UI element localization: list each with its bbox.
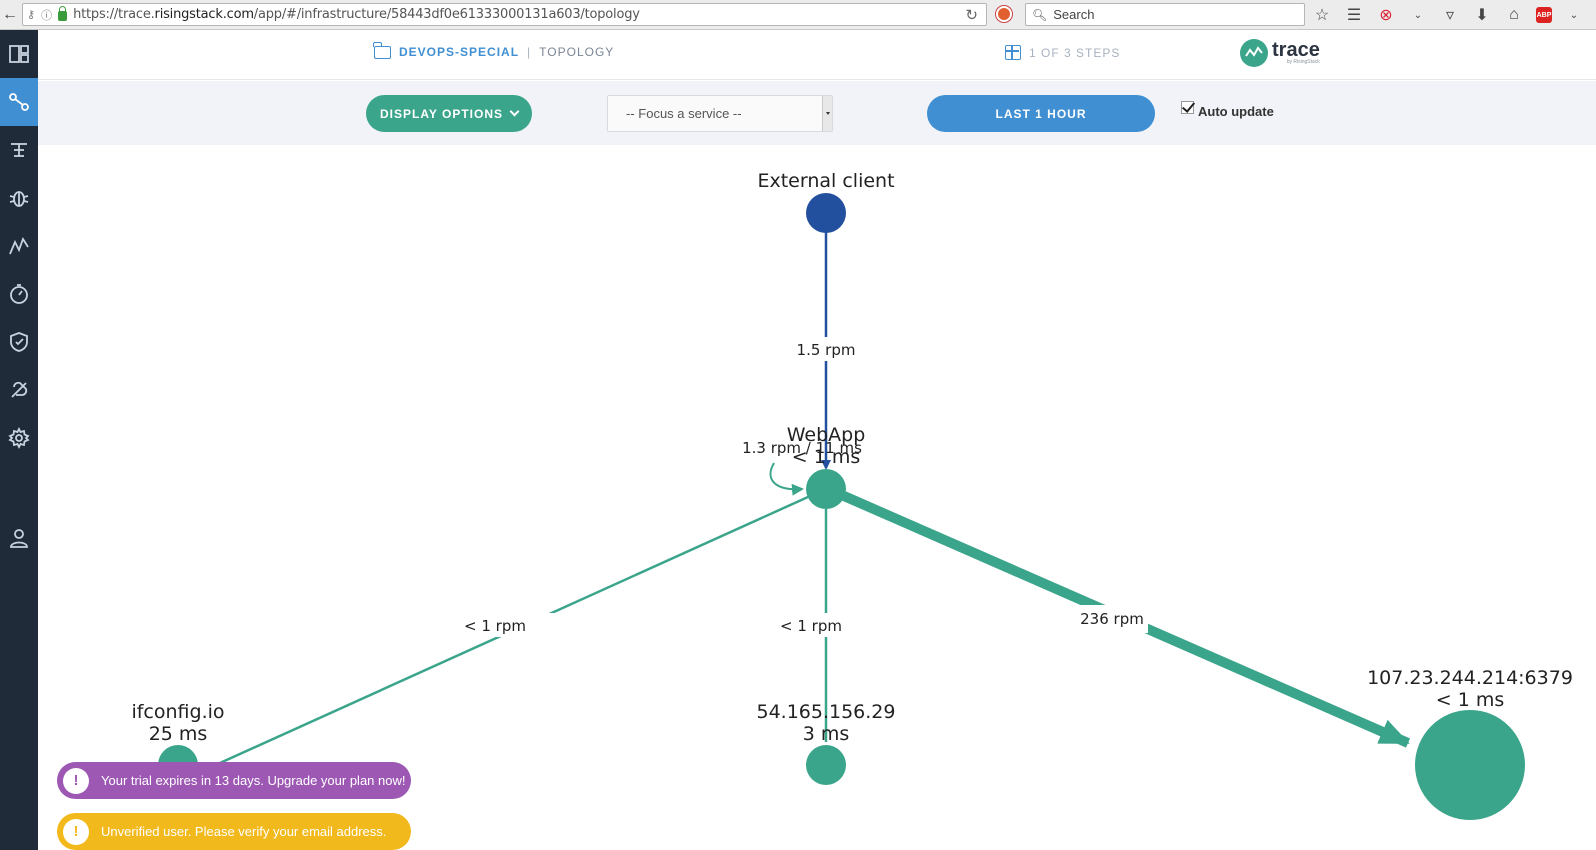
- node-label-ifconfig: ifconfig.io: [131, 701, 224, 723]
- node-label-external-client: External client: [757, 170, 894, 192]
- node-webapp[interactable]: [806, 469, 846, 509]
- node-label-ip54: 54.165.156.29: [756, 701, 895, 723]
- display-options-button[interactable]: DISPLAY OPTIONS: [366, 95, 532, 132]
- auto-update-label: Auto update: [1198, 104, 1274, 119]
- url-domain: risingstack.com: [154, 7, 254, 22]
- address-bar[interactable]: ⚷ ⓘ https://trace.risingstack.com/app/#/…: [22, 3, 987, 26]
- stopwatch-icon: [10, 284, 28, 304]
- edge-label-webapp-ifconfig: < 1 rpm: [464, 617, 526, 635]
- topology-icon: [9, 93, 29, 111]
- adblock-icon[interactable]: ABP: [1536, 7, 1552, 23]
- node-latency-redis: < 1 ms: [1436, 689, 1505, 711]
- download-icon[interactable]: ⬇: [1472, 5, 1492, 25]
- focus-service-select[interactable]: -- Focus a service --: [607, 95, 833, 132]
- url-path: /app/#/infrastructure/58443df0e613330001…: [253, 7, 640, 22]
- breadcrumb-project[interactable]: DEVOPS-SPECIAL: [399, 45, 519, 59]
- logo-text: trace: [1272, 39, 1320, 61]
- trace-icon: [11, 143, 27, 157]
- sidebar-item-security[interactable]: [0, 318, 38, 366]
- focus-service-value: -- Focus a service --: [626, 106, 742, 121]
- url-text[interactable]: https://trace.risingstack.com/app/#/infr…: [67, 7, 640, 22]
- search-placeholder: Search: [1053, 7, 1095, 22]
- logo-mark-icon: [1240, 39, 1268, 67]
- alert-icon: [11, 381, 28, 398]
- trial-expiry-message[interactable]: Your trial expires in 13 days. Upgrade y…: [101, 773, 405, 788]
- node-redis[interactable]: [1415, 710, 1525, 820]
- node-label-webapp: WebApp: [787, 424, 866, 446]
- trial-expiry-toast[interactable]: ! Your trial expires in 13 days. Upgrade…: [57, 762, 411, 799]
- steps-label: 1 OF 3 STEPS: [1029, 45, 1121, 60]
- search-icon: 🔍︎: [1032, 7, 1048, 22]
- edge-webapp-ifconfig[interactable]: [177, 495, 809, 784]
- url-prefix: https://trace.: [73, 7, 155, 22]
- lock-icon: [58, 6, 68, 21]
- node-external-client[interactable]: [806, 193, 846, 233]
- edge-label-external-webapp: 1.5 rpm: [797, 341, 856, 359]
- bookmark-star-icon[interactable]: ☆: [1312, 5, 1332, 25]
- node-latency-ifconfig: 25 ms: [149, 723, 208, 745]
- sidebar: [0, 30, 38, 850]
- gift-icon: [1005, 45, 1021, 60]
- edge-label-webapp-ip54: < 1 rpm: [780, 617, 842, 635]
- auto-update-toggle[interactable]: Auto update: [1181, 101, 1274, 119]
- reload-icon[interactable]: ↻: [965, 6, 978, 24]
- sidebar-item-alerts[interactable]: [0, 366, 38, 414]
- node-ip54[interactable]: [806, 745, 846, 785]
- sidebar-item-metrics[interactable]: [0, 222, 38, 270]
- trace-logo[interactable]: trace by RisingStack: [1240, 39, 1320, 67]
- dashboard-icon: [9, 45, 29, 63]
- sidebar-item-profiler[interactable]: [0, 270, 38, 318]
- browser-search-input[interactable]: 🔍︎ Search: [1025, 3, 1305, 26]
- sidebar-item-dashboard[interactable]: [0, 30, 38, 78]
- sidebar-item-errors[interactable]: [0, 174, 38, 222]
- topology-canvas[interactable]: 1.5 rpm 1.3 rpm / 11 ms < 1 rpm < 1 rpm …: [38, 145, 1596, 850]
- chevron-down-icon[interactable]: ⌄: [1408, 10, 1428, 21]
- warning-icon: !: [63, 818, 89, 845]
- bug-icon: [9, 191, 29, 207]
- auto-update-checkbox[interactable]: [1181, 101, 1194, 114]
- topology-graph[interactable]: 1.5 rpm 1.3 rpm / 11 ms < 1 rpm < 1 rpm …: [38, 145, 1596, 850]
- edge-label-webapp-redis: 236 rpm: [1080, 610, 1144, 628]
- breadcrumb-page: TOPOLOGY: [539, 45, 615, 59]
- pocket-icon[interactable]: ▿: [1440, 5, 1460, 25]
- select-arrow-icon[interactable]: [822, 96, 832, 131]
- shield-icon: [10, 332, 28, 352]
- key-icon: ⚷: [27, 9, 36, 21]
- node-latency-ip54: 3 ms: [803, 723, 850, 745]
- chevron-down-icon[interactable]: ⌄: [1564, 10, 1584, 21]
- home-icon[interactable]: ⌂: [1504, 6, 1524, 24]
- extension-icon[interactable]: [996, 6, 1012, 22]
- user-icon: [10, 529, 28, 548]
- node-label-redis: 107.23.244.214:6379: [1367, 667, 1573, 689]
- topology-controls: DISPLAY OPTIONS -- Focus a service -- LA…: [38, 81, 1596, 145]
- metrics-icon: [9, 236, 29, 255]
- sidebar-item-traces[interactable]: [0, 126, 38, 174]
- sidebar-item-topology[interactable]: [0, 78, 38, 126]
- chevron-down-icon: [509, 106, 520, 117]
- info-icon[interactable]: ⓘ: [41, 7, 52, 23]
- sidebar-item-settings[interactable]: [0, 414, 38, 462]
- unverified-user-toast[interactable]: ! Unverified user. Please verify your em…: [57, 813, 411, 850]
- folder-icon: [373, 41, 391, 59]
- time-range-button[interactable]: LAST 1 HOUR: [927, 95, 1155, 132]
- reading-list-icon[interactable]: ☰: [1344, 5, 1364, 25]
- onboarding-steps[interactable]: 1 OF 3 STEPS: [1005, 45, 1120, 60]
- block-icon[interactable]: ⊗: [1376, 5, 1396, 25]
- unverified-user-message[interactable]: Unverified user. Please verify your emai…: [101, 824, 386, 839]
- breadcrumb: DEVOPS-SPECIAL | TOPOLOGY: [373, 41, 615, 59]
- breadcrumb-separator: |: [527, 45, 532, 59]
- gear-icon: [8, 427, 30, 449]
- display-options-label: DISPLAY OPTIONS: [379, 106, 504, 121]
- warning-icon: !: [63, 767, 89, 794]
- back-arrow-icon[interactable]: ←: [0, 4, 20, 26]
- node-latency-webapp: < 1 ms: [792, 446, 861, 468]
- app-header: DEVOPS-SPECIAL | TOPOLOGY 1 OF 3 STEPS t…: [38, 30, 1596, 80]
- sidebar-item-profile[interactable]: [0, 514, 38, 562]
- browser-toolbar: ← ⚷ ⓘ https://trace.risingstack.com/app/…: [0, 0, 1596, 30]
